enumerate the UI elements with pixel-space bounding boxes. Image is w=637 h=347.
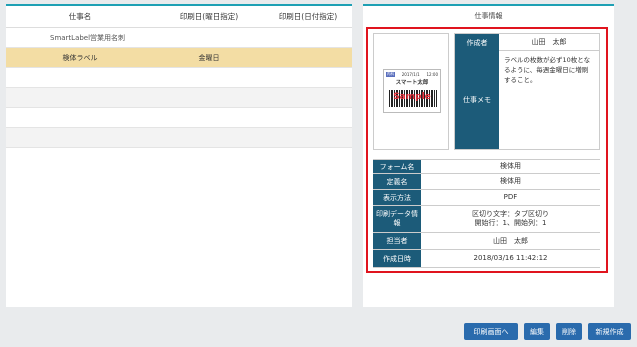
created-at-label: 作成日時 [373, 250, 421, 267]
definition-name-value: 検体用 [500, 177, 521, 185]
print-data-info-label: 印刷データ情報 [373, 206, 421, 232]
cell-print-weekday: 金曜日 [198, 53, 220, 62]
display-method-label: 表示方法 [373, 190, 421, 205]
detail-table: フォーム名 検体用 定義名 検体用 表示方法 PDF 印刷データ情報 区切り文字… [373, 159, 600, 268]
row-assignee: 担当者 山田 太郎 [373, 233, 600, 250]
column-print-weekday[interactable]: 印刷日(曜日指定) [154, 11, 264, 22]
job-detail-panel: 仕事情報 内科 2017/1/1 12:00 スマート太郎 Sample 作成者… [363, 4, 614, 307]
author-row: 作成者 山田 太郎 [455, 34, 599, 51]
row-display-method: 表示方法 PDF [373, 190, 600, 206]
new-button[interactable]: 新規作成 [588, 323, 631, 340]
definition-name-label: 定義名 [373, 174, 421, 189]
label-time: 12:00 [426, 72, 438, 77]
form-name-value: 検体用 [500, 162, 521, 170]
table-row-empty [6, 108, 352, 128]
assignee-label: 担当者 [373, 233, 421, 249]
print-screen-button[interactable]: 印刷画面へ [464, 323, 518, 340]
info-table: 作成者 山田 太郎 仕事メモ ラベルの枚数が必ず10枚となるように、毎週金曜日に… [454, 33, 600, 150]
label-card: 内科 2017/1/1 12:00 スマート太郎 Sample [383, 69, 441, 113]
author-value: 山田 太郎 [531, 38, 567, 46]
display-method-value: PDF [503, 193, 518, 201]
column-print-date[interactable]: 印刷日(日付指定) [264, 11, 352, 22]
delete-button[interactable]: 削除 [556, 323, 582, 340]
group-row[interactable]: SmartLabel営業用名刺 [6, 28, 352, 48]
row-definition-name: 定義名 検体用 [373, 174, 600, 190]
label-badge: 内科 [386, 72, 395, 77]
print-data-delimiter: 区切り文字：タブ区切り [472, 210, 549, 218]
table-row-empty [6, 128, 352, 148]
label-preview: 内科 2017/1/1 12:00 スマート太郎 Sample [373, 33, 449, 150]
author-label: 作成者 [455, 34, 499, 51]
row-created-at: 作成日時 2018/03/16 11:42:12 [373, 250, 600, 268]
form-name-label: フォーム名 [373, 160, 421, 173]
edit-button[interactable]: 編集 [524, 323, 550, 340]
row-print-data-info: 印刷データ情報 区切り文字：タブ区切り 開始行：1、開始列：1 [373, 206, 600, 233]
row-form-name: フォーム名 検体用 [373, 160, 600, 174]
table-row-selected[interactable]: 検体ラベル 金曜日 [6, 48, 352, 68]
column-job-name[interactable]: 仕事名 [6, 11, 154, 22]
cell-job-name: 検体ラベル [62, 53, 98, 62]
label-date: 2017/1/1 [401, 72, 420, 77]
table-row-empty [6, 68, 352, 88]
panel-title: 仕事情報 [474, 12, 503, 20]
memo-row: 仕事メモ ラベルの枚数が必ず10枚となるように、毎週金曜日に増刷すること。 [455, 51, 599, 149]
memo-value: ラベルの枚数が必ず10枚となるように、毎週金曜日に増刷すること。 [504, 56, 591, 84]
sample-watermark: Sample [393, 92, 431, 102]
label-name: スマート太郎 [395, 80, 429, 86]
job-list-panel: 仕事名 印刷日(曜日指定) 印刷日(日付指定) SmartLabel営業用名刺 … [6, 4, 352, 307]
table-row-empty [6, 88, 352, 108]
group-label: SmartLabel営業用名刺 [50, 33, 126, 42]
created-at-value: 2018/03/16 11:42:12 [473, 254, 548, 262]
job-list-header: 仕事名 印刷日(曜日指定) 印刷日(日付指定) [6, 6, 352, 28]
assignee-value: 山田 太郎 [493, 236, 528, 245]
print-data-start: 開始行：1、開始列：1 [474, 219, 547, 227]
memo-label: 仕事メモ [455, 51, 499, 149]
detail-highlight-box: 内科 2017/1/1 12:00 スマート太郎 Sample 作成者 山田 太… [366, 27, 608, 273]
